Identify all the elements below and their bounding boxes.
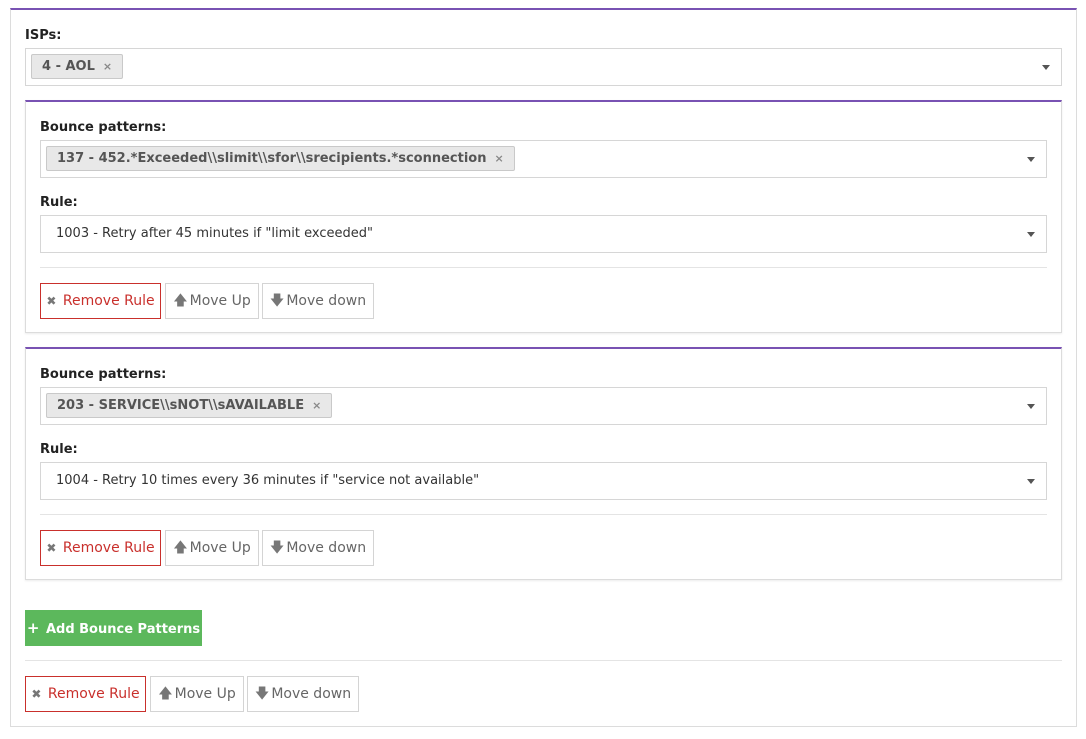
arrow-down-icon: 🡇 — [269, 293, 285, 309]
move-up-label: Move Up — [174, 686, 236, 702]
chevron-down-icon[interactable] — [1027, 232, 1035, 237]
remove-rule-label: Remove Rule — [62, 540, 155, 556]
chevron-down-icon[interactable] — [1027, 157, 1035, 162]
bounce-patterns-select[interactable]: 137 - 452.*Exceeded\\slimit\\sfor\\sreci… — [40, 140, 1047, 178]
bounce-rule-panel-2: Bounce patterns: 203 - SERVICE\\sNOT\\sA… — [25, 347, 1062, 580]
arrow-up-icon: 🡅 — [158, 686, 173, 702]
plus-icon: + — [26, 619, 40, 637]
chevron-down-icon[interactable] — [1042, 65, 1050, 70]
remove-rule-button[interactable]: ✖ Remove Rule — [40, 283, 161, 319]
bounce-patterns-label: Bounce patterns: — [40, 120, 167, 135]
chevron-down-icon[interactable] — [1027, 479, 1035, 484]
pattern-tag-label: 203 - SERVICE\\sNOT\\sAVAILABLE — [57, 398, 305, 413]
bounce-patterns-select[interactable]: 203 - SERVICE\\sNOT\\sAVAILABLE × — [40, 387, 1047, 425]
rule-label: Rule: — [40, 442, 78, 457]
move-up-label: Move Up — [189, 540, 251, 556]
move-down-button[interactable]: 🡇 Move down — [247, 676, 359, 712]
rule-label: Rule: — [40, 195, 78, 210]
pattern-tag: 203 - SERVICE\\sNOT\\sAVAILABLE × — [46, 393, 333, 418]
close-icon: ✖ — [31, 687, 42, 701]
rule-select[interactable]: 1004 - Retry 10 times every 36 minutes i… — [40, 462, 1047, 500]
isp-tag: 4 - AOL × — [31, 54, 124, 79]
move-up-label: Move Up — [189, 293, 251, 309]
rule-select[interactable]: 1003 - Retry after 45 minutes if "limit … — [40, 215, 1047, 253]
add-bounce-patterns-label: Add Bounce Patterns — [45, 622, 201, 637]
bounce-patterns-label: Bounce patterns: — [40, 367, 167, 382]
move-down-button[interactable]: 🡇 Move down — [262, 530, 374, 566]
arrow-down-icon: 🡇 — [269, 540, 285, 556]
isps-label: ISPs: — [25, 28, 62, 43]
isps-select[interactable]: 4 - AOL × — [25, 48, 1062, 86]
tag-remove-icon[interactable]: × — [312, 394, 321, 417]
move-down-label: Move down — [286, 540, 367, 556]
arrow-up-icon: 🡅 — [173, 293, 188, 309]
arrow-down-icon: 🡇 — [254, 686, 270, 702]
bounce-rule-panel-1: Bounce patterns: 137 - 452.*Exceeded\\sl… — [25, 100, 1062, 333]
remove-rule-label: Remove Rule — [62, 293, 155, 309]
move-up-button[interactable]: 🡅 Move Up — [165, 283, 259, 319]
move-down-button[interactable]: 🡇 Move down — [262, 283, 374, 319]
divider — [25, 660, 1062, 661]
close-icon: ✖ — [46, 294, 57, 308]
remove-rule-button[interactable]: ✖ Remove Rule — [40, 530, 161, 566]
divider — [40, 267, 1047, 268]
add-bounce-patterns-button[interactable]: + Add Bounce Patterns — [25, 610, 202, 646]
move-up-button[interactable]: 🡅 Move Up — [150, 676, 244, 712]
isp-rule-panel: ISPs: 4 - AOL × Bounce patterns: 137 - 45… — [10, 8, 1077, 727]
pattern-tag: 137 - 452.*Exceeded\\slimit\\sfor\\sreci… — [46, 146, 515, 171]
move-up-button[interactable]: 🡅 Move Up — [165, 530, 259, 566]
arrow-up-icon: 🡅 — [173, 540, 188, 556]
tag-remove-icon[interactable]: × — [103, 55, 112, 78]
pattern-tag-label: 137 - 452.*Exceeded\\slimit\\sfor\\sreci… — [57, 151, 487, 166]
close-icon: ✖ — [46, 541, 57, 555]
rule-select-value: 1003 - Retry after 45 minutes if "limit … — [56, 226, 373, 241]
move-down-label: Move down — [271, 686, 352, 702]
tag-remove-icon[interactable]: × — [495, 147, 504, 170]
remove-rule-label: Remove Rule — [47, 686, 140, 702]
move-down-label: Move down — [286, 293, 367, 309]
isp-tag-label: 4 - AOL — [42, 59, 95, 74]
chevron-down-icon[interactable] — [1027, 404, 1035, 409]
rule-select-value: 1004 - Retry 10 times every 36 minutes i… — [56, 473, 480, 488]
divider — [40, 514, 1047, 515]
remove-rule-button[interactable]: ✖ Remove Rule — [25, 676, 146, 712]
